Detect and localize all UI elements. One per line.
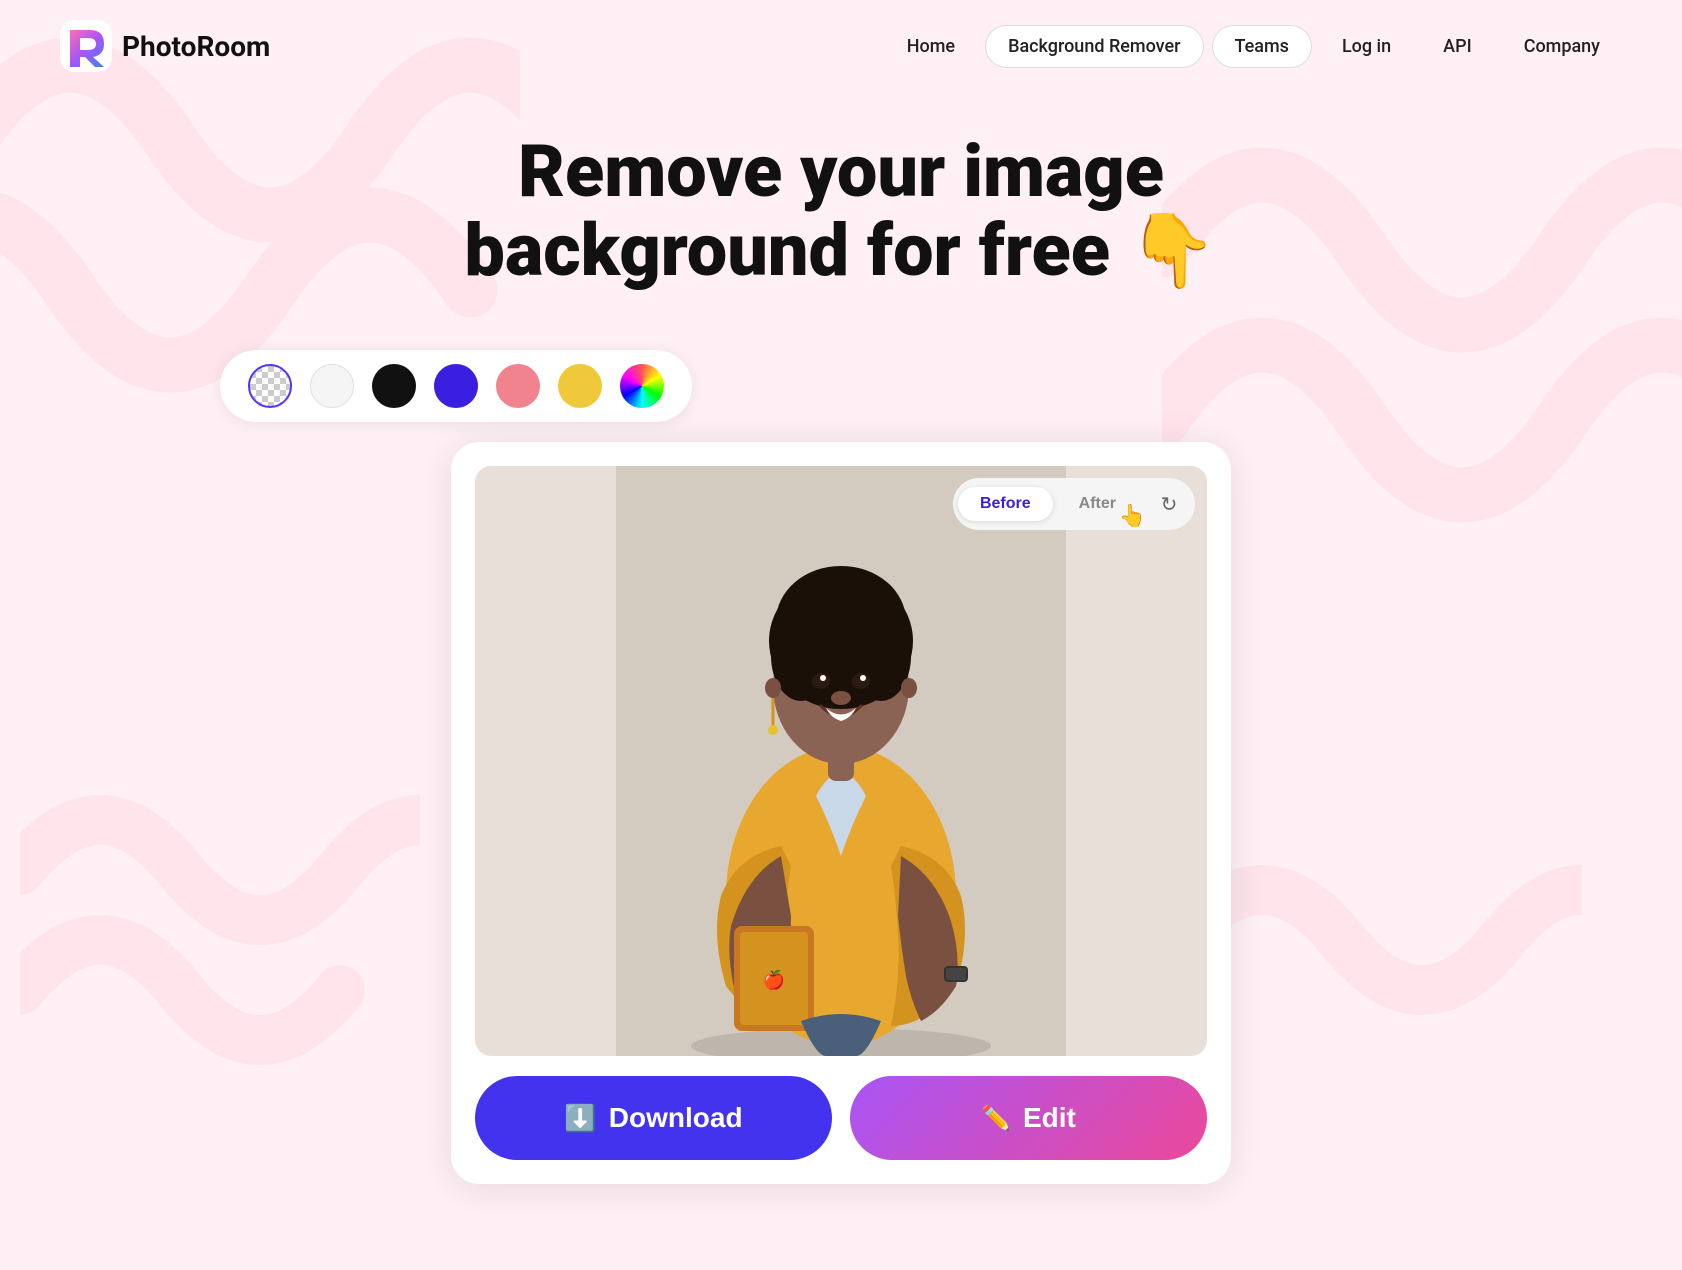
edit-label: Edit (1023, 1102, 1076, 1134)
download-icon: ⬇️ (564, 1103, 596, 1134)
swatch-white[interactable] (310, 364, 354, 408)
nav-teams[interactable]: Teams (1212, 25, 1312, 68)
hero-title-line1: Remove your image (518, 129, 1164, 214)
editor-card: Before After 👆 ↻ (451, 442, 1231, 1184)
nav-api[interactable]: API (1421, 26, 1494, 67)
logo-text: PhotoRoom (122, 30, 270, 63)
download-button[interactable]: ⬇️ Download (475, 1076, 832, 1160)
nav-links: Home Background Remover Teams Log in API… (885, 25, 1622, 68)
svg-text:🍎: 🍎 (763, 969, 785, 991)
swatch-pink[interactable] (496, 364, 540, 408)
swatch-transparent[interactable] (248, 364, 292, 408)
swatch-multi-colors[interactable] (620, 364, 664, 408)
nav-home[interactable]: Home (885, 26, 977, 67)
navigation: PhotoRoom Home Background Remover Teams … (0, 0, 1682, 92)
hero-section: Remove your image background for free 👇 (0, 92, 1682, 350)
editor-wrapper: Before After 👆 ↻ (0, 350, 1682, 1184)
swatch-yellow[interactable] (558, 364, 602, 408)
hero-title-line2: background for free (464, 208, 1110, 293)
color-swatch-bar (220, 350, 692, 422)
hero-title: Remove your image background for free 👇 (391, 132, 1291, 290)
logo-link[interactable]: PhotoRoom (60, 20, 270, 72)
refresh-icon: ↻ (1161, 492, 1178, 517)
edit-button[interactable]: ✏️ Edit (850, 1076, 1207, 1160)
hero-emoji: 👇 (1128, 208, 1218, 293)
image-container: 🍎 (475, 466, 1207, 1056)
logo-icon (60, 20, 112, 72)
swatch-black[interactable] (372, 364, 416, 408)
toggle-before[interactable]: Before (958, 487, 1053, 521)
nav-login[interactable]: Log in (1320, 26, 1413, 67)
nav-company[interactable]: Company (1502, 26, 1622, 67)
nav-background-remover[interactable]: Background Remover (985, 25, 1203, 68)
cursor-hand-icon: 👆 (1119, 504, 1146, 529)
swatch-purple[interactable] (434, 364, 478, 408)
after-btn-wrapper: After 👆 (1057, 487, 1138, 521)
subject-image: 🍎 (475, 466, 1207, 1056)
download-label: Download (609, 1102, 743, 1134)
view-toggle: Before After 👆 ↻ (953, 478, 1195, 530)
edit-icon: ✏️ (981, 1104, 1011, 1133)
refresh-button[interactable]: ↻ (1148, 483, 1190, 525)
action-buttons: ⬇️ Download ✏️ Edit (475, 1076, 1207, 1160)
